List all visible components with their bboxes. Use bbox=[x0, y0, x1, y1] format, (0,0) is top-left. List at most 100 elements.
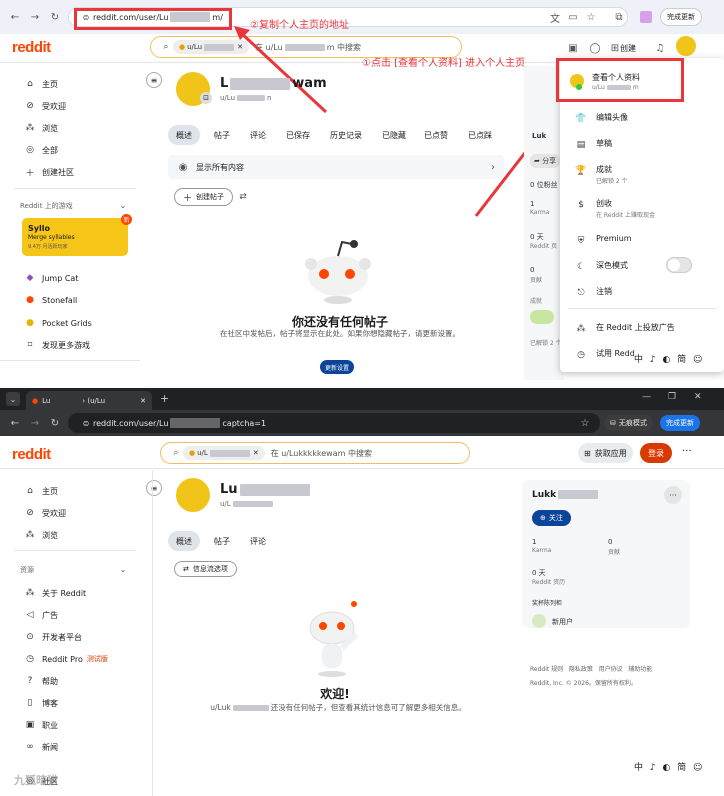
sidebar-help[interactable]: ? 帮助 bbox=[24, 674, 58, 688]
search-bar[interactable]: ⌕ ● u/L ✕ 在 u/Lukkkkkewam 中搜索 bbox=[160, 442, 470, 464]
tab-history[interactable]: 历史记录 bbox=[330, 125, 362, 145]
menu-drafts[interactable]: ▤ 草稿 bbox=[574, 138, 612, 152]
book-icon: ▯ bbox=[27, 698, 33, 708]
sidebar-about[interactable]: ⁂ 关于 Reddit bbox=[24, 586, 87, 600]
follow-button[interactable]: ⊕ 关注 bbox=[532, 510, 571, 526]
sidebar-item-create-community[interactable]: ＋创建社区 bbox=[24, 165, 74, 179]
premium-shield-icon: ⛨ bbox=[577, 236, 585, 246]
profile-handle: u/Lu n bbox=[220, 94, 272, 102]
snoo-mascot-image bbox=[305, 240, 371, 304]
moon-icon: ☾ bbox=[576, 262, 586, 272]
tab-overview[interactable]: 概述 bbox=[168, 125, 200, 145]
games-header: Reddit 上的游戏 bbox=[20, 202, 73, 210]
game-pocket-grids[interactable]: ● Pocket Grids bbox=[24, 316, 92, 330]
sidebar-item-home[interactable]: ⌂ 主页 bbox=[24, 77, 58, 91]
more-options-icon[interactable]: ··· bbox=[682, 446, 692, 457]
trophy-icon: 🏆 bbox=[575, 166, 587, 176]
filter-icon[interactable]: ⇄ bbox=[236, 190, 250, 204]
sidebar-careers[interactable]: ▣ 职业 bbox=[24, 718, 58, 732]
tab-comments[interactable]: 评论 bbox=[250, 125, 266, 145]
profile-avatar-large bbox=[176, 478, 210, 512]
edit-avatar-icon[interactable]: ⊡ bbox=[200, 92, 212, 104]
tab-search-icon[interactable]: ⌄ bbox=[6, 392, 20, 406]
pro-clock-icon: ◷ bbox=[26, 654, 34, 664]
site-info-icon[interactable]: ⊜ bbox=[79, 416, 93, 430]
menu-advertise[interactable]: ⁂ 在 Reddit 上投放广告 bbox=[574, 322, 675, 336]
game-stonefall[interactable]: ● Stonefall bbox=[24, 293, 77, 307]
sidebar-item-explore[interactable]: ⁂ 浏览 bbox=[24, 528, 59, 542]
menu-logout[interactable]: ⎋ 注销 bbox=[574, 286, 612, 300]
tab-posts[interactable]: 帖子 bbox=[214, 531, 230, 551]
shirt-icon: 👕 bbox=[575, 114, 587, 124]
footer-links[interactable]: Reddit 规则 隐私政策 用户协议 辅助功能 bbox=[530, 664, 652, 673]
maximize-icon[interactable]: ❐ bbox=[668, 392, 676, 402]
sidebar-item-popular[interactable]: ⊘ 受欢迎 bbox=[24, 506, 66, 520]
collapse-sidebar-icon[interactable]: ≡ bbox=[146, 480, 162, 496]
logout-icon: ⎋ bbox=[577, 288, 585, 298]
discover-games[interactable]: ⌗ 发现更多游戏 bbox=[24, 338, 90, 352]
new-tab-icon[interactable]: + bbox=[160, 392, 169, 405]
update-settings-button[interactable]: 更新设置 bbox=[320, 360, 355, 374]
sidebar-news[interactable]: ∞ 新闻 bbox=[24, 740, 58, 754]
sidebar-item-all[interactable]: ◎ 全部 bbox=[24, 143, 58, 157]
tab-comments[interactable]: 评论 bbox=[250, 531, 266, 551]
reload-icon[interactable]: ↻ bbox=[48, 416, 62, 430]
profile-name: Lwam bbox=[220, 76, 327, 91]
sidebar-ads[interactable]: ◁ 广告 bbox=[24, 608, 58, 622]
share-button[interactable]: ➦ 分享 bbox=[530, 154, 561, 168]
active-tab[interactable]: ● Lu › (u/Lu ✕ bbox=[26, 391, 152, 410]
update-button[interactable]: 完成更新 bbox=[660, 415, 700, 431]
create-post-button[interactable]: ＋创建帖子 bbox=[174, 188, 234, 206]
ime-toolbar[interactable]: 中 ♪ ◐ 简 ☺ bbox=[634, 760, 705, 773]
game-jump-cat[interactable]: ◆ Jump Cat bbox=[24, 271, 79, 285]
collapse-sidebar-icon[interactable]: ≡ bbox=[146, 72, 162, 88]
profile-side-card: Lukk ··· ⊕ 关注 1 Karma 0 贡献 0 天 Reddit 资历 … bbox=[522, 480, 690, 628]
menu-premium[interactable]: ⛨ Premium bbox=[574, 234, 632, 248]
chevron-down-icon[interactable]: ⌄ bbox=[116, 198, 130, 212]
tab-upvoted[interactable]: 已点赞 bbox=[424, 125, 448, 145]
achievement-badges bbox=[530, 310, 554, 324]
profile-side-card: Luk ➦ 分享 0 位粉丝 1 Karma 0 天 Reddit 页 0 贡献… bbox=[524, 66, 564, 380]
ime-toolbar[interactable]: 中 ♪ ◐ 简 ☺ bbox=[634, 352, 705, 365]
card-more-icon[interactable]: ··· bbox=[664, 486, 682, 504]
show-all-content-row[interactable]: ◉ 显示所有内容 › bbox=[168, 155, 504, 179]
search-icon: ⌕ bbox=[173, 448, 179, 458]
sidebar-item-explore[interactable]: ⁂ 浏览 bbox=[24, 121, 59, 135]
login-button[interactable]: 登录 bbox=[640, 443, 672, 463]
sidebar-dev-platform[interactable]: ⊙ 开发者平台 bbox=[24, 630, 82, 644]
minimize-icon[interactable]: — bbox=[642, 392, 651, 402]
close-tab-icon[interactable]: ✕ bbox=[140, 397, 146, 405]
tab-saved[interactable]: 已保存 bbox=[286, 125, 310, 145]
chip-close-icon[interactable]: ✕ bbox=[253, 449, 259, 457]
game-card-syllo[interactable]: Syllo Merge syllables 9.4万 月活跃玩家 新 bbox=[22, 214, 132, 256]
window-close-icon[interactable]: ✕ bbox=[694, 392, 702, 402]
sidebar-item-home[interactable]: ⌂ 主页 bbox=[24, 484, 58, 498]
get-app-button[interactable]: ⊞ 获取应用 bbox=[578, 443, 633, 463]
menu-try-reddit-pro[interactable]: ◷ 试用 Redd bbox=[574, 348, 635, 362]
search-scope-chip[interactable]: ● u/L ✕ bbox=[183, 446, 265, 460]
chevron-down-icon[interactable]: ⌄ bbox=[116, 562, 130, 576]
menu-dark-mode[interactable]: ☾ 深色模式 bbox=[574, 260, 628, 274]
jump-cat-icon: ◆ bbox=[26, 273, 34, 283]
reddit-logo[interactable]: reddit bbox=[12, 446, 51, 463]
dark-mode-toggle[interactable] bbox=[666, 257, 692, 273]
share-icon: ➦ bbox=[534, 157, 540, 165]
back-icon[interactable]: ← bbox=[8, 416, 22, 430]
all-icon: ◎ bbox=[26, 145, 34, 155]
trophy-new-user-icon bbox=[532, 614, 546, 628]
tab-posts[interactable]: 帖子 bbox=[214, 125, 230, 145]
menu-edit-avatar[interactable]: 👕 编辑头像 bbox=[574, 112, 628, 126]
sidebar-reddit-pro[interactable]: ◷ Reddit Pro 测试版 bbox=[24, 652, 108, 666]
feed-options-button[interactable]: ⇄ 信息流选项 bbox=[174, 561, 237, 577]
menu-earn[interactable]: $ 创收在 Reddit 上赚取现金 bbox=[574, 198, 655, 219]
sidebar-item-popular[interactable]: ⊘ 受欢迎 bbox=[24, 99, 66, 113]
forward-icon[interactable]: → bbox=[28, 416, 42, 430]
tab-overview[interactable]: 概述 bbox=[168, 531, 200, 551]
tab-hidden[interactable]: 已隐藏 bbox=[382, 125, 406, 145]
address-bar[interactable]: ⊜ reddit.com/user/Lu captcha=1 bbox=[68, 413, 600, 433]
sidebar-blog[interactable]: ▯ 博客 bbox=[24, 696, 58, 710]
incognito-indicator[interactable]: ⛁ 无痕模式 bbox=[604, 415, 653, 431]
tab-downvoted[interactable]: 已点踩 bbox=[468, 125, 492, 145]
star-icon[interactable]: ☆ bbox=[578, 416, 592, 430]
menu-achievements[interactable]: 🏆 成就 已解锁 2 个 bbox=[574, 164, 627, 185]
